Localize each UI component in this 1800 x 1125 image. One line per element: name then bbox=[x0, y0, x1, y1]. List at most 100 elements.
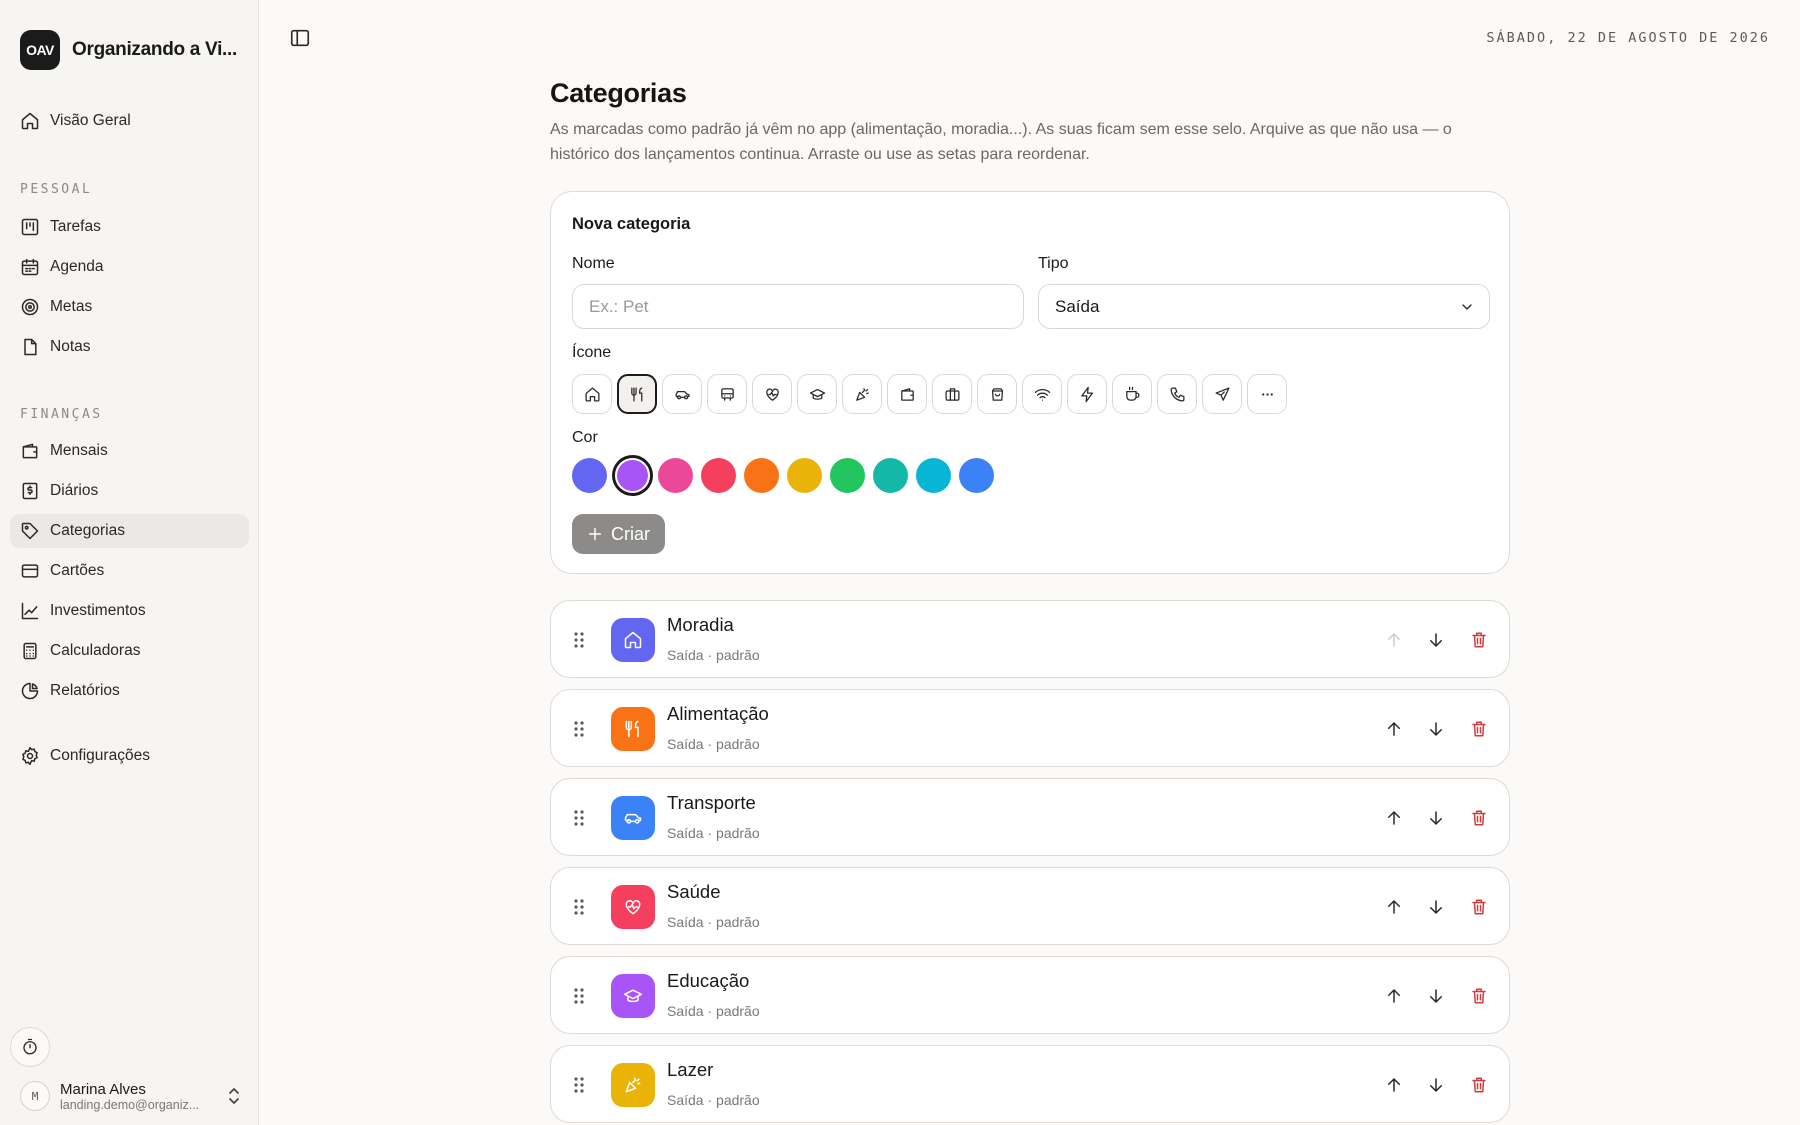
wallet-icon bbox=[899, 386, 916, 403]
sidebar-item-relatorios[interactable]: Relatórios bbox=[10, 674, 249, 708]
icon-option-wifi[interactable] bbox=[1022, 374, 1062, 414]
type-select[interactable]: Saída bbox=[1038, 284, 1490, 329]
icon-option-graduation-cap[interactable] bbox=[797, 374, 837, 414]
move-up-button[interactable] bbox=[1382, 717, 1406, 741]
move-down-button[interactable] bbox=[1424, 628, 1448, 652]
color-swatch-purple[interactable] bbox=[615, 458, 650, 493]
icon-label: Ícone bbox=[572, 344, 612, 361]
sidebar-item-cartoes[interactable]: Cartões bbox=[10, 554, 249, 588]
sidebar-item-agenda[interactable]: Agenda bbox=[10, 250, 249, 284]
party-icon bbox=[623, 1075, 643, 1095]
arrow-up-icon bbox=[1385, 987, 1403, 1005]
color-swatch-orange[interactable] bbox=[744, 458, 779, 493]
color-swatch-green[interactable] bbox=[830, 458, 865, 493]
category-subtitle: Saída · padrão bbox=[667, 1092, 760, 1108]
sidebar-item-configuracoes[interactable]: Configurações bbox=[10, 739, 249, 773]
delete-button[interactable] bbox=[1467, 1073, 1491, 1097]
category-icon bbox=[611, 885, 655, 929]
timer-button[interactable] bbox=[10, 1027, 50, 1067]
drag-handle-icon[interactable] bbox=[573, 897, 585, 917]
move-up-button[interactable] bbox=[1382, 628, 1406, 652]
car-icon bbox=[623, 808, 643, 828]
category-name: Moradia bbox=[667, 614, 734, 635]
move-down-button[interactable] bbox=[1424, 806, 1448, 830]
move-up-button[interactable] bbox=[1382, 806, 1406, 830]
briefcase-icon bbox=[944, 386, 961, 403]
sidebar-item-label: Categorias bbox=[50, 522, 125, 539]
color-swatch-cyan[interactable] bbox=[916, 458, 951, 493]
move-down-button[interactable] bbox=[1424, 717, 1448, 741]
icon-option-bus[interactable] bbox=[707, 374, 747, 414]
color-swatch-teal[interactable] bbox=[873, 458, 908, 493]
icon-option-home[interactable] bbox=[572, 374, 612, 414]
drag-handle-icon[interactable] bbox=[573, 808, 585, 828]
color-swatch-indigo[interactable] bbox=[572, 458, 607, 493]
delete-button[interactable] bbox=[1467, 984, 1491, 1008]
name-input-placeholder: Ex.: Pet bbox=[589, 296, 649, 316]
sidebar-item-calculadoras[interactable]: Calculadoras bbox=[10, 634, 249, 668]
category-row[interactable]: Moradia Saída · padrão bbox=[550, 600, 1510, 678]
delete-button[interactable] bbox=[1467, 717, 1491, 741]
drag-handle-icon[interactable] bbox=[573, 1075, 585, 1095]
brand[interactable]: OAV Organizando a Vi... bbox=[20, 30, 237, 70]
category-icon bbox=[611, 796, 655, 840]
move-down-button[interactable] bbox=[1424, 895, 1448, 919]
move-up-button[interactable] bbox=[1382, 984, 1406, 1008]
move-down-button[interactable] bbox=[1424, 1073, 1448, 1097]
sidebar-item-diarios[interactable]: Diários bbox=[10, 474, 249, 508]
sidebar-item-overview[interactable]: Visão Geral bbox=[10, 104, 249, 138]
move-up-button[interactable] bbox=[1382, 1073, 1406, 1097]
wallet-icon bbox=[20, 441, 40, 461]
drag-handle-icon[interactable] bbox=[573, 630, 585, 650]
category-row[interactable]: Educação Saída · padrão bbox=[550, 956, 1510, 1034]
more-icon bbox=[1259, 386, 1276, 403]
category-row[interactable]: Saúde Saída · padrão bbox=[550, 867, 1510, 945]
icon-option-plane[interactable] bbox=[1202, 374, 1242, 414]
sidebar-item-categorias[interactable]: Categorias bbox=[10, 514, 249, 548]
arrow-down-icon bbox=[1427, 720, 1445, 738]
user-menu[interactable]: M Marina Alves landing.demo@organiz... bbox=[20, 1076, 242, 1116]
coffee-icon bbox=[1124, 386, 1141, 403]
icon-option-more[interactable] bbox=[1247, 374, 1287, 414]
color-swatch-yellow[interactable] bbox=[787, 458, 822, 493]
new-category-title: Nova categoria bbox=[572, 215, 691, 233]
icon-option-heart-pulse[interactable] bbox=[752, 374, 792, 414]
category-icon bbox=[611, 618, 655, 662]
icon-option-shopping-bag[interactable] bbox=[977, 374, 1017, 414]
chevron-down-icon bbox=[1459, 299, 1475, 315]
toggle-sidebar-button[interactable] bbox=[289, 27, 311, 49]
color-swatch-blue[interactable] bbox=[959, 458, 994, 493]
sidebar-item-investimentos[interactable]: Investimentos bbox=[10, 594, 249, 628]
drag-handle-icon[interactable] bbox=[573, 719, 585, 739]
icon-option-car[interactable] bbox=[662, 374, 702, 414]
sidebar-item-notas[interactable]: Notas bbox=[10, 330, 249, 364]
color-swatch-pink[interactable] bbox=[658, 458, 693, 493]
delete-button[interactable] bbox=[1467, 628, 1491, 652]
icon-option-wallet[interactable] bbox=[887, 374, 927, 414]
icon-option-phone[interactable] bbox=[1157, 374, 1197, 414]
create-button[interactable]: Criar bbox=[572, 514, 665, 554]
color-label: Cor bbox=[572, 429, 598, 446]
icon-option-coffee[interactable] bbox=[1112, 374, 1152, 414]
icon-option-zap[interactable] bbox=[1067, 374, 1107, 414]
trash-icon bbox=[1470, 809, 1488, 827]
sidebar-item-mensais[interactable]: Mensais bbox=[10, 434, 249, 468]
plus-icon bbox=[587, 526, 603, 542]
move-up-button[interactable] bbox=[1382, 895, 1406, 919]
drag-handle-icon[interactable] bbox=[573, 986, 585, 1006]
icon-option-party[interactable] bbox=[842, 374, 882, 414]
icon-option-briefcase[interactable] bbox=[932, 374, 972, 414]
delete-button[interactable] bbox=[1467, 806, 1491, 830]
delete-button[interactable] bbox=[1467, 895, 1491, 919]
name-input[interactable]: Ex.: Pet bbox=[572, 284, 1024, 329]
sidebar-item-metas[interactable]: Metas bbox=[10, 290, 249, 324]
note-icon bbox=[20, 337, 40, 357]
icon-option-utensils[interactable] bbox=[617, 374, 657, 414]
move-down-button[interactable] bbox=[1424, 984, 1448, 1008]
arrow-up-icon bbox=[1385, 809, 1403, 827]
category-row[interactable]: Lazer Saída · padrão bbox=[550, 1045, 1510, 1123]
sidebar-item-tarefas[interactable]: Tarefas bbox=[10, 210, 249, 244]
color-swatch-rose[interactable] bbox=[701, 458, 736, 493]
category-row[interactable]: Transporte Saída · padrão bbox=[550, 778, 1510, 856]
category-row[interactable]: Alimentação Saída · padrão bbox=[550, 689, 1510, 767]
